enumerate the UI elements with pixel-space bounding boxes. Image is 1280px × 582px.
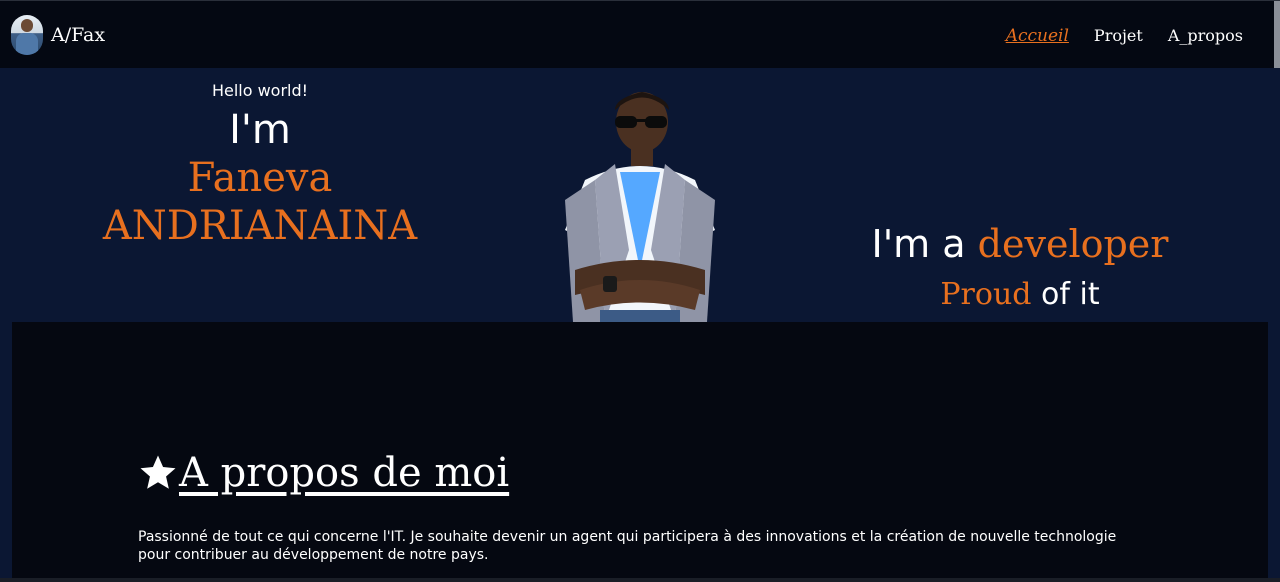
avatar[interactable] [11, 15, 43, 55]
hero-section: Hello world! I'm Faneva ANDRIANAINA I'm … [0, 68, 1280, 322]
hero-intro-text: I'm [229, 107, 291, 153]
taskbar-strip [0, 578, 1280, 582]
nav-link-accueil[interactable]: Accueil [1006, 24, 1069, 48]
hero-greeting: Hello world! [211, 81, 309, 100]
portrait-image [565, 92, 715, 322]
hero-last-name: ANDRIANAINA [102, 203, 418, 249]
brand-logo-text[interactable]: A/Fax [51, 21, 105, 49]
role-highlight: developer [977, 222, 1169, 266]
about-heading[interactable]: A propos de moi [179, 449, 509, 497]
avatar-head [21, 19, 33, 32]
avatar-body [16, 33, 38, 55]
nav-links: Accueil Projet A_propos [1006, 24, 1243, 48]
proud-line: Proud of it [800, 270, 1240, 320]
about-section: A propos de moi Passionné de tout ce qui… [12, 322, 1268, 582]
navbar: A/Fax Accueil Projet A_propos [0, 0, 1280, 71]
hero-intro: Hello world! I'm Faneva ANDRIANAINA [60, 78, 460, 250]
nav-link-projet[interactable]: Projet [1094, 24, 1143, 48]
hero-tagline: I'm a developer Proud of it [800, 218, 1240, 320]
proud-highlight: Proud [940, 277, 1032, 312]
developer-line: I'm a developer [800, 218, 1240, 270]
about-paragraph: Passionné de tout ce qui concerne l'IT. … [138, 529, 1117, 563]
scrollbar-thumb[interactable] [1274, 1, 1280, 71]
proud-suffix: of it [1041, 277, 1100, 312]
nav-link-a-propos[interactable]: A_propos [1168, 24, 1243, 48]
star-icon [140, 455, 176, 489]
about-title: A propos de moi [137, 449, 509, 497]
hero-first-name: Faneva [187, 155, 333, 201]
role-prefix: I'm a [871, 222, 966, 266]
